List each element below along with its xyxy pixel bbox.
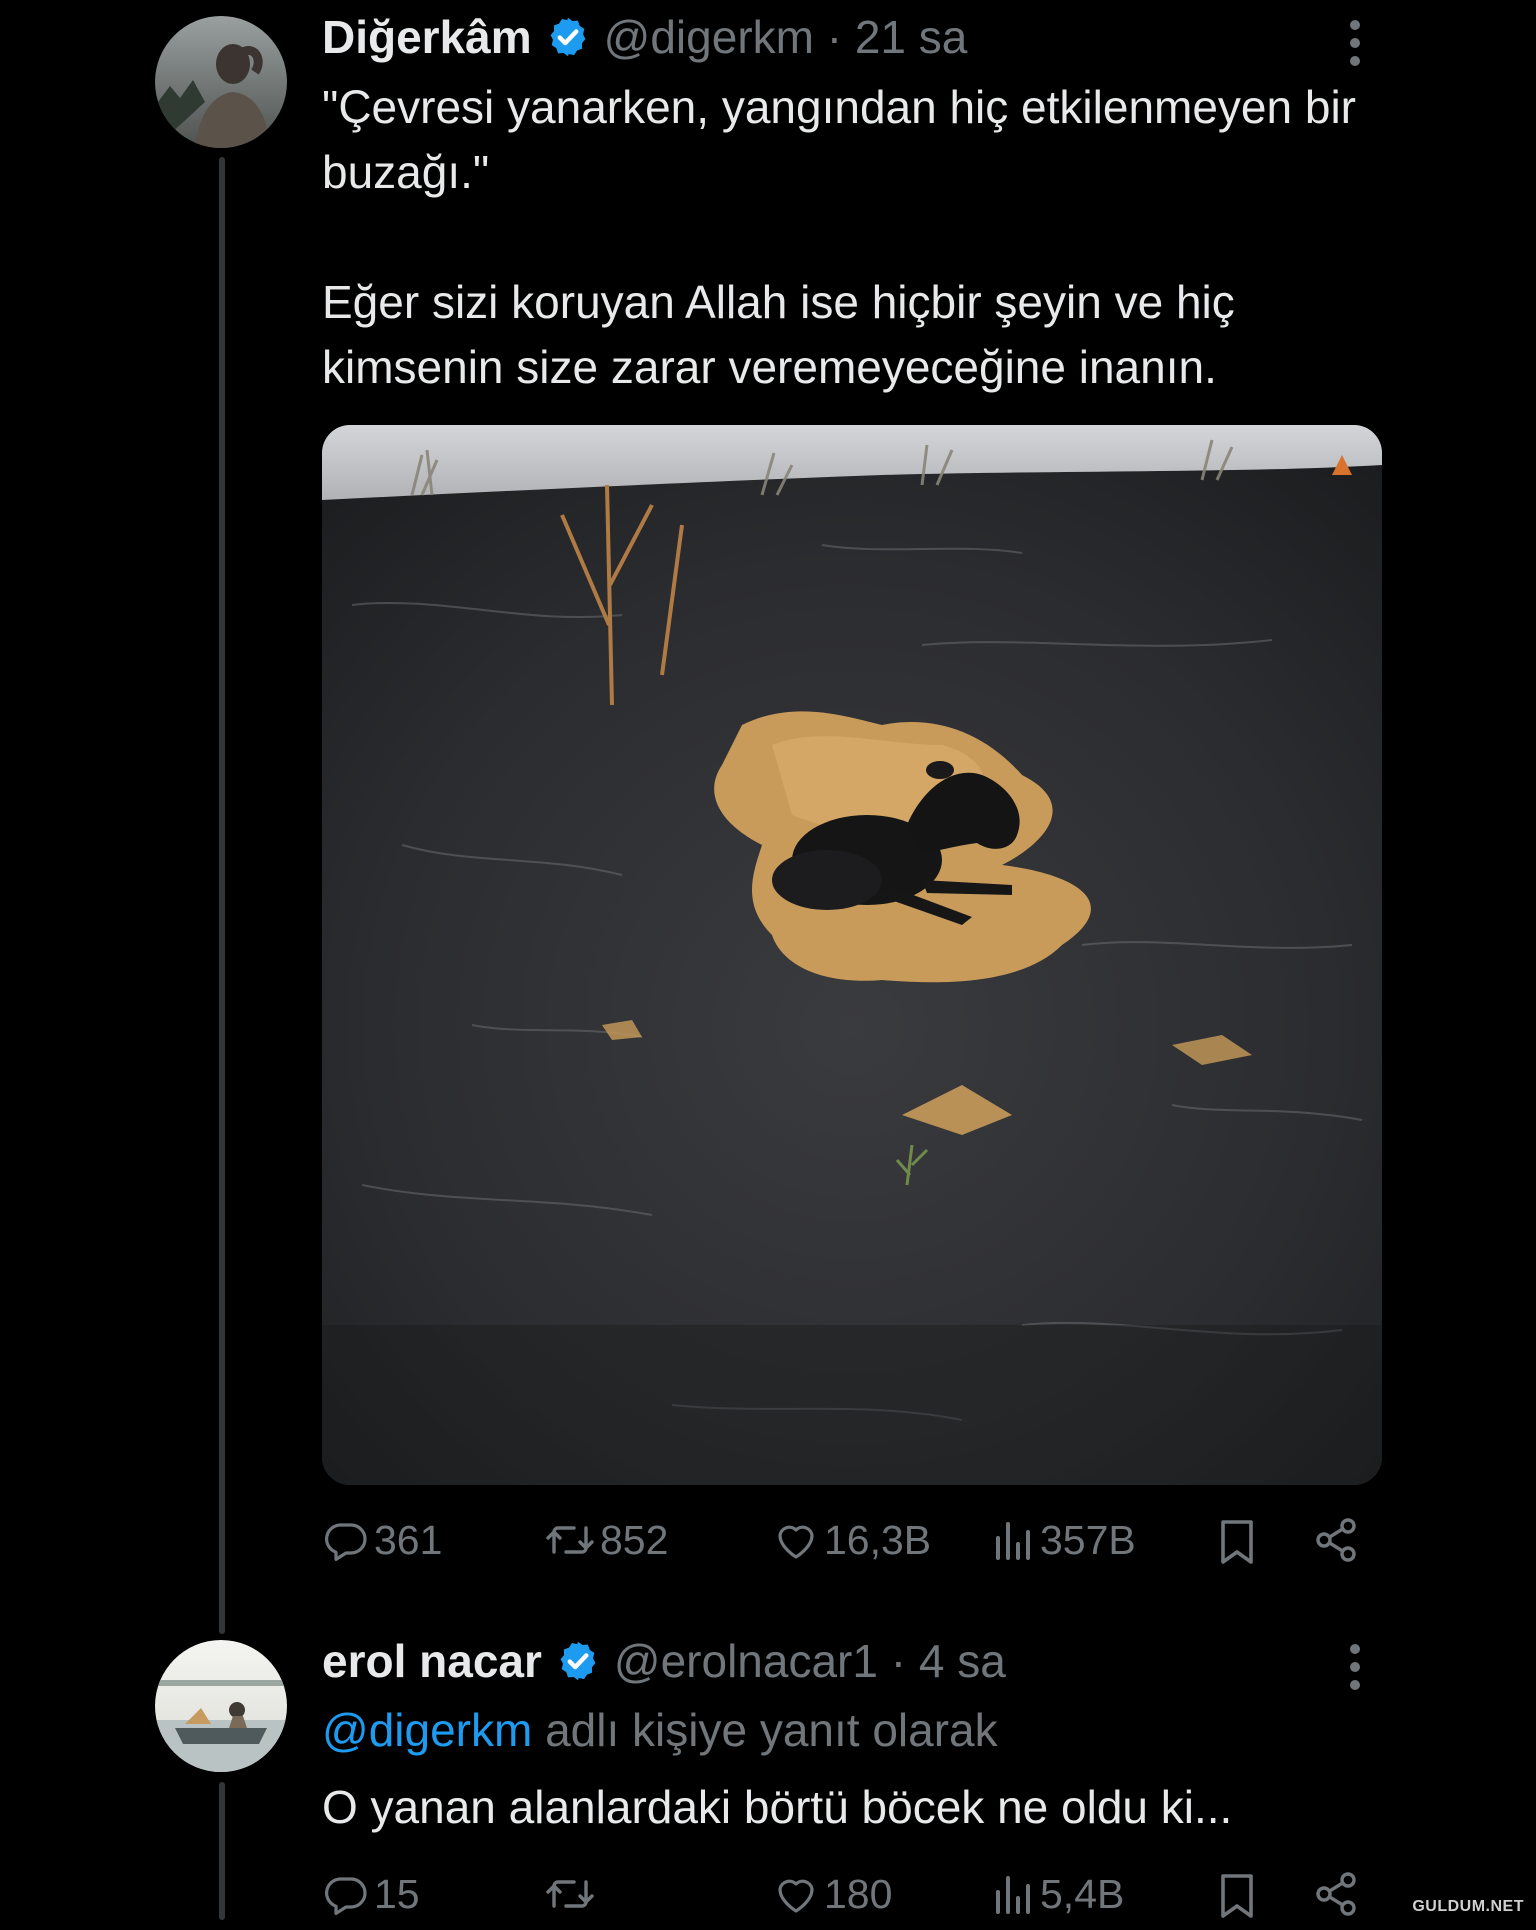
replying-to: @digerkm adlı kişiye yanıt olarak [322, 1703, 998, 1757]
tweet-paragraph: Eğer sizi koruyan Allah ise hiçbir şeyin… [322, 276, 1235, 393]
share-icon [1316, 1518, 1356, 1562]
thread-connector-line [219, 157, 225, 1634]
reply-button[interactable]: 361 [322, 1516, 442, 1564]
tweet-actions: 361 852 16,3B 357B [322, 1516, 1362, 1576]
handle-and-time[interactable]: @erolnacar1 · 4 sa [614, 1634, 1006, 1688]
display-name[interactable]: Diğerkâm [322, 10, 532, 64]
share-icon [1316, 1872, 1356, 1916]
reply-icon [325, 1877, 367, 1915]
thread-connector-line [219, 1782, 225, 1920]
reply-to-mention[interactable]: @digerkm [322, 1704, 532, 1756]
verified-badge-icon [560, 1641, 596, 1681]
views-button[interactable]: 5,4B [992, 1870, 1124, 1918]
like-count: 180 [824, 1870, 893, 1917]
views-icon [996, 1876, 1030, 1914]
repost-button[interactable] [544, 1870, 600, 1918]
tweet-actions: 15 180 5,4B [322, 1870, 1362, 1930]
tweet-paragraph: "Çevresi yanarken, yangından hiç etkilen… [322, 81, 1356, 198]
handle-and-time[interactable]: @digerkm · 21 sa [604, 10, 968, 64]
like-button[interactable]: 16,3B [772, 1516, 931, 1564]
more-vertical-icon[interactable] [1340, 1640, 1370, 1694]
reply-count: 361 [374, 1516, 443, 1563]
reply-to-text: adlı kişiye yanıt olarak [532, 1704, 998, 1756]
views-icon [996, 1522, 1030, 1560]
views-count: 357B [1040, 1516, 1136, 1563]
repost-count: 852 [600, 1516, 669, 1563]
repost-icon [546, 1526, 594, 1554]
reply-count: 15 [374, 1870, 420, 1917]
watermark: GULDUM.NET [1412, 1898, 1524, 1915]
avatar[interactable] [155, 1640, 287, 1772]
bookmark-icon [1221, 1520, 1253, 1564]
repost-icon [546, 1880, 594, 1908]
avatar[interactable] [155, 16, 287, 148]
heart-icon [778, 1525, 814, 1559]
reply-button[interactable]: 15 [322, 1870, 420, 1918]
more-vertical-icon[interactable] [1340, 16, 1370, 70]
tweet-paragraph: O yanan alanlardaki börtü böcek ne oldu … [322, 1781, 1233, 1833]
share-button[interactable] [1312, 1516, 1360, 1564]
share-button[interactable] [1312, 1870, 1360, 1918]
verified-badge-icon [550, 17, 586, 57]
display-name[interactable]: erol nacar [322, 1634, 542, 1688]
reply-icon [325, 1523, 367, 1561]
views-button[interactable]: 357B [992, 1516, 1136, 1564]
like-count: 16,3B [824, 1516, 932, 1563]
bookmark-button[interactable] [1215, 1516, 1259, 1568]
tweet-text: O yanan alanlardaki börtü böcek ne oldu … [322, 1775, 1382, 1840]
tweet-header: Diğerkâm @digerkm · 21 sa [322, 10, 967, 64]
bookmark-icon [1221, 1874, 1253, 1918]
tweet-photo[interactable] [322, 425, 1382, 1485]
like-button[interactable]: 180 [772, 1870, 892, 1918]
repost-button[interactable]: 852 [544, 1516, 668, 1564]
bookmark-button[interactable] [1215, 1870, 1259, 1922]
views-count: 5,4B [1040, 1870, 1125, 1917]
heart-icon [778, 1879, 814, 1913]
tweet-text: "Çevresi yanarken, yangından hiç etkilen… [322, 75, 1382, 400]
tweet-header: erol nacar @erolnacar1 · 4 sa [322, 1634, 1006, 1688]
